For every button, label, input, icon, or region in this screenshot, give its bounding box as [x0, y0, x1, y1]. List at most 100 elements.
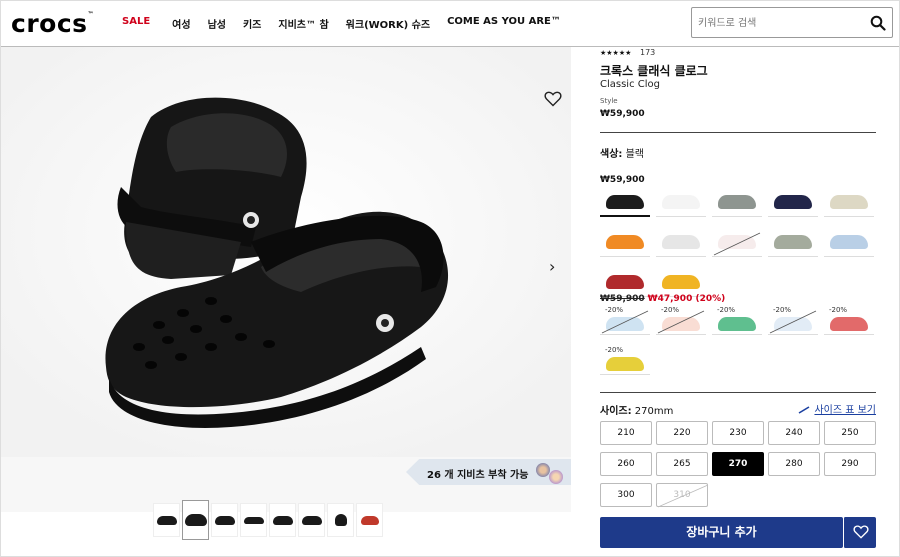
size-option-270[interactable]: 270 — [712, 452, 764, 476]
trademark-mark: ™ — [87, 11, 95, 18]
size-option-260[interactable]: 260 — [600, 452, 652, 476]
crocs-logo[interactable]: crocs™ — [11, 9, 94, 38]
heart-icon — [853, 525, 869, 539]
regular-price: ₩59,900 — [600, 175, 645, 185]
size-guide-link[interactable]: 사이즈 표 보기 — [798, 401, 876, 416]
sale-color-swatch[interactable]: -20% — [768, 305, 818, 335]
thumbnail[interactable] — [182, 500, 209, 540]
clog-thumbnail — [830, 317, 868, 331]
size-option-310[interactable]: 310 — [656, 483, 709, 508]
thumbnail[interactable] — [240, 503, 267, 537]
search-box — [691, 7, 893, 38]
search-input[interactable] — [698, 14, 868, 32]
jibbitz-charm-icon — [549, 470, 563, 484]
sale-price: ₩59,900 ₩47,900 (20%) — [600, 294, 725, 304]
color-swatch[interactable] — [600, 267, 650, 297]
size-option-250[interactable]: 250 — [824, 421, 876, 445]
color-swatch[interactable] — [712, 187, 762, 217]
product-image — [1, 47, 571, 457]
unavailable-slash — [769, 310, 817, 334]
clog-thumbnail — [606, 275, 644, 289]
clog-thumbnail — [830, 195, 868, 209]
sale-color-swatch[interactable]: -20% — [824, 305, 874, 335]
sale-old-price: ₩59,900 — [600, 294, 645, 304]
clog-thumbnail — [718, 195, 756, 209]
color-swatch[interactable] — [600, 227, 650, 257]
color-label-title: 색상: — [600, 149, 623, 160]
sale-color-swatch[interactable]: -20% — [600, 345, 650, 375]
color-swatch[interactable] — [824, 187, 874, 217]
size-option-230[interactable]: 230 — [712, 421, 764, 445]
color-swatch[interactable] — [600, 187, 650, 217]
discount-tag: -20% — [717, 306, 736, 314]
size-label: 사이즈: 270mm — [600, 402, 673, 417]
color-swatch[interactable] — [656, 227, 706, 257]
unavailable-slash — [601, 310, 649, 334]
wishlist-button[interactable] — [843, 517, 876, 548]
unavailable-slash — [713, 232, 761, 256]
color-swatch[interactable] — [768, 187, 818, 217]
divider — [600, 392, 876, 393]
nav-sale[interactable]: SALE — [122, 16, 150, 31]
nav-come-as-you-are[interactable]: COME AS YOU ARE™ — [447, 16, 561, 31]
clog-thumbnail — [830, 235, 868, 249]
clog-thumbnail — [606, 357, 644, 371]
color-swatch[interactable] — [768, 227, 818, 257]
sale-color-swatch[interactable]: -20% — [600, 305, 650, 335]
sale-new-price: ₩47,900 (20%) — [647, 294, 726, 304]
nav-women[interactable]: 여성 — [172, 16, 190, 31]
sale-color-swatch[interactable]: -20% — [712, 305, 762, 335]
clog-thumbnail — [718, 317, 756, 331]
thumbnail[interactable] — [211, 503, 238, 537]
discount-tag: -20% — [829, 306, 848, 314]
nav-men[interactable]: 남성 — [208, 16, 226, 31]
jibbitz-charm-icon — [536, 463, 550, 477]
color-value: 블랙 — [625, 149, 644, 160]
logo-text: crocs — [11, 9, 88, 38]
size-option-290[interactable]: 290 — [824, 452, 876, 476]
size-option-210[interactable]: 210 — [600, 421, 652, 445]
thumbnail-strip — [153, 500, 383, 540]
product-title: 크록스 클래식 클로그 — [600, 64, 708, 78]
rating-count[interactable]: 173 — [640, 48, 655, 57]
size-guide-text: 사이즈 표 보기 — [814, 405, 876, 416]
clog-thumbnail — [606, 195, 644, 209]
nav-work-shoes[interactable]: 워크(WORK) 슈즈 — [346, 16, 430, 31]
search-icon[interactable] — [870, 15, 886, 31]
heart-icon[interactable] — [544, 91, 562, 107]
size-label-title: 사이즈: — [600, 406, 632, 417]
thumbnail[interactable] — [356, 503, 383, 537]
color-swatch[interactable] — [824, 227, 874, 257]
size-option-300[interactable]: 300 — [600, 483, 652, 507]
add-to-cart-button[interactable]: 장바구니 추가 — [600, 517, 843, 548]
unavailable-slash — [657, 310, 705, 334]
size-option-280[interactable]: 280 — [768, 452, 820, 476]
size-value: 270mm — [634, 406, 674, 417]
divider — [600, 132, 876, 133]
thumbnail[interactable] — [327, 503, 354, 537]
clog-thumbnail — [662, 195, 700, 209]
thumbnail[interactable] — [153, 503, 180, 537]
nav-kids[interactable]: 키즈 — [243, 16, 261, 31]
color-swatch[interactable] — [656, 187, 706, 217]
clog-thumbnail — [662, 235, 700, 249]
size-option-220[interactable]: 220 — [656, 421, 708, 445]
clog-thumbnail — [662, 275, 700, 289]
chevron-right-icon[interactable]: › — [549, 257, 563, 276]
product-gallery: › 26 개 지비츠 부착 가능 — [1, 47, 571, 540]
color-swatch[interactable] — [712, 227, 762, 257]
size-option-240[interactable]: 240 — [768, 421, 820, 445]
ruler-icon — [799, 406, 810, 414]
site-header: crocs™ SALE 여성 남성 키즈 지비츠™ 참 워크(WORK) 슈즈 … — [1, 1, 899, 47]
clog-thumbnail — [774, 235, 812, 249]
jibbitz-badge-text: 26 개 지비츠 부착 가능 — [427, 470, 529, 481]
size-option-265[interactable]: 265 — [656, 452, 708, 476]
sale-color-swatch[interactable]: -20% — [656, 305, 706, 335]
product-price: ₩59,900 — [600, 109, 645, 119]
product-subtitle: Classic Clog — [600, 79, 660, 90]
color-swatch[interactable] — [656, 267, 706, 297]
thumbnail[interactable] — [298, 503, 325, 537]
nav-jibbitz[interactable]: 지비츠™ 참 — [278, 16, 328, 31]
discount-tag: -20% — [605, 346, 624, 354]
thumbnail[interactable] — [269, 503, 296, 537]
